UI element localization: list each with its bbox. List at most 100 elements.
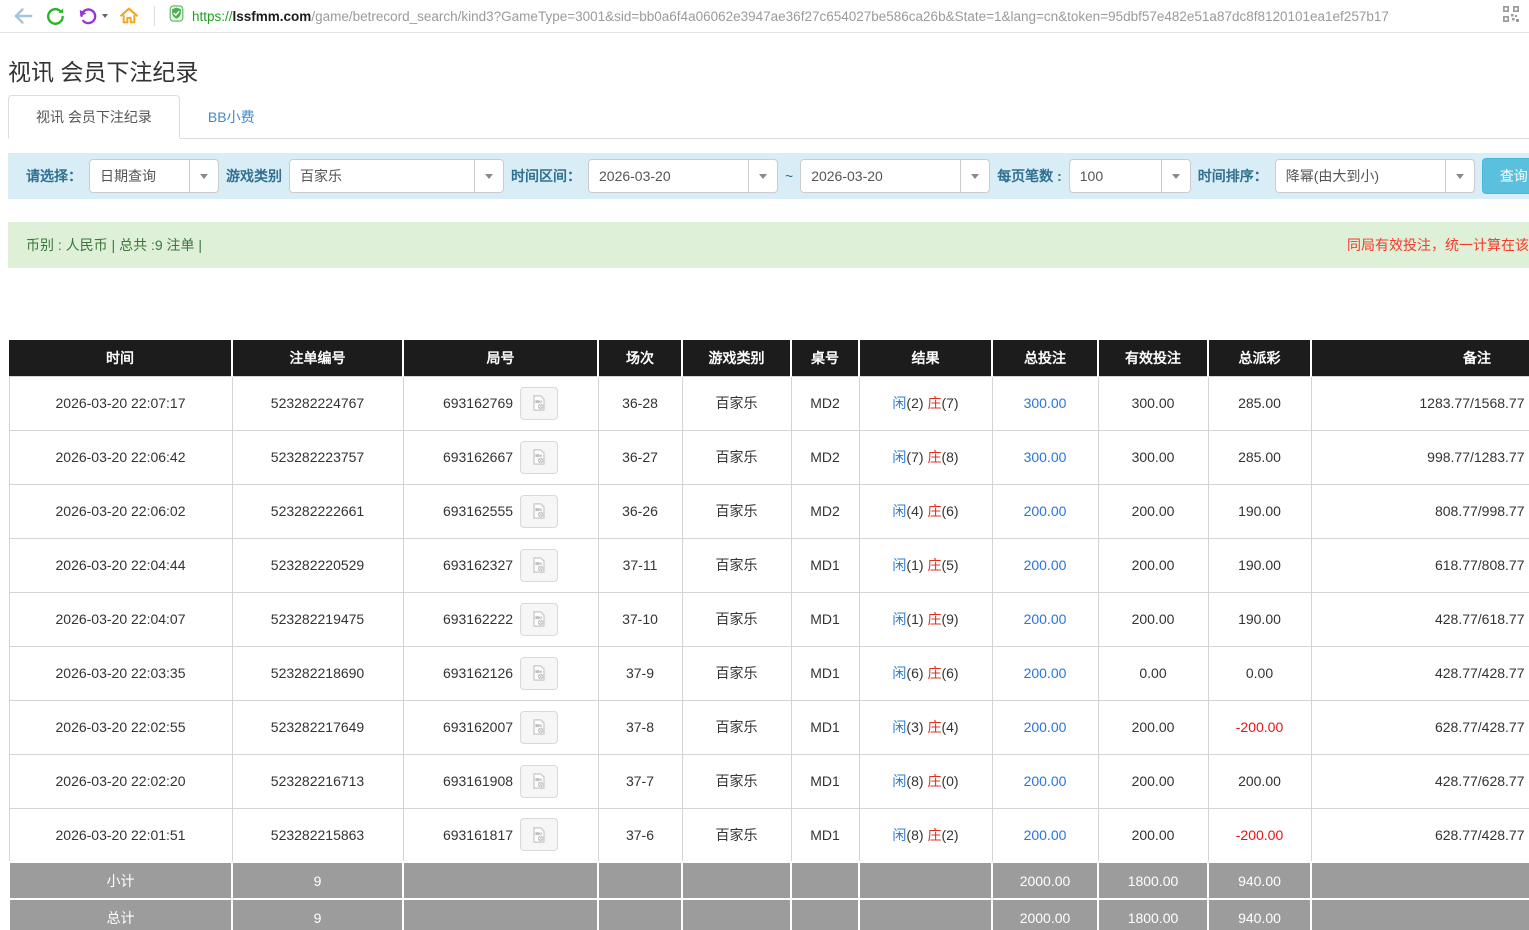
summary-cell	[403, 899, 598, 930]
date-from-select[interactable]: 2026-03-20	[588, 159, 778, 193]
remark-cell: 428.77/428.77	[1311, 646, 1529, 700]
summary-cell	[403, 862, 598, 899]
total-bet-link[interactable]: 200.00	[1024, 557, 1067, 573]
result-cell: 闲(8) 庄(0)	[859, 754, 992, 808]
summary-cell: 2000.00	[992, 899, 1098, 930]
bet-number-cell: 523282224767	[232, 376, 403, 430]
column-header: 结果	[859, 340, 992, 376]
search-button[interactable]: 查询	[1482, 158, 1529, 194]
subtotal-row: 小计92000.001800.00940.00	[9, 862, 1529, 899]
video-replay-button[interactable]	[520, 765, 558, 798]
video-replay-button[interactable]	[520, 549, 558, 582]
game-type-cell: 百家乐	[682, 700, 791, 754]
summary-cell	[791, 899, 859, 930]
bet-number-cell: 523282222661	[232, 484, 403, 538]
banker-result-label: 庄	[927, 773, 941, 789]
query-mode-select[interactable]: 日期查询	[89, 159, 219, 193]
video-replay-button[interactable]	[520, 495, 558, 528]
sort-select[interactable]: 降幂(由大到小)	[1275, 159, 1475, 193]
total-bet-link[interactable]: 200.00	[1024, 611, 1067, 627]
game-type-cell: 百家乐	[682, 430, 791, 484]
valid-bet-cell: 200.00	[1098, 592, 1208, 646]
page-size-value: 100	[1070, 168, 1161, 184]
sort-label: 时间排序：	[1198, 166, 1268, 186]
summary-cell: 1800.00	[1098, 862, 1208, 899]
video-replay-button[interactable]	[520, 711, 558, 744]
table-header: 时间注单编号局号场次游戏类别桌号结果总投注有效投注总派彩备注	[9, 340, 1529, 376]
session-cell: 36-27	[598, 430, 682, 484]
column-header: 桌号	[791, 340, 859, 376]
banker-result-label: 庄	[927, 395, 941, 411]
result-cell: 闲(1) 庄(5)	[859, 538, 992, 592]
tab-bar: 视讯 会员下注纪录 BB小费	[8, 99, 1529, 139]
video-replay-button[interactable]	[520, 441, 558, 474]
valid-bet-note: 同局有效投注，统一计算在该局	[1347, 235, 1529, 255]
video-replay-button[interactable]	[520, 657, 558, 690]
filter-bar: 请选择： 日期查询 游戏类别 百家乐 时间区间： 2026-03-20 ~ 20…	[8, 153, 1529, 199]
game-type-label: 游戏类别	[226, 166, 282, 186]
banker-result-label: 庄	[927, 503, 941, 519]
session-cell: 37-6	[598, 808, 682, 862]
remark-cell: 428.77/618.77	[1311, 592, 1529, 646]
game-type-select[interactable]: 百家乐	[289, 159, 504, 193]
table-body: 2026-03-20 22:07:17 523282224767 6931627…	[9, 376, 1529, 930]
page-size-select[interactable]: 100	[1069, 159, 1191, 193]
remark-cell: 628.77/428.77	[1311, 808, 1529, 862]
total-bet-link[interactable]: 300.00	[1024, 449, 1067, 465]
video-replay-button[interactable]	[520, 818, 558, 851]
tab-bet-records[interactable]: 视讯 会员下注纪录	[8, 95, 180, 139]
player-result-value: (3)	[906, 719, 923, 735]
total-bet-cell: 200.00	[992, 484, 1098, 538]
address-bar[interactable]: https://lssfmm.com/game/betrecord_search…	[167, 4, 1493, 28]
session-cell: 37-11	[598, 538, 682, 592]
round-number: 693162007	[443, 719, 513, 735]
date-to-select[interactable]: 2026-03-20	[800, 159, 990, 193]
video-replay-button[interactable]	[520, 603, 558, 636]
summary-cell: 9	[232, 899, 403, 930]
total-bet-link[interactable]: 200.00	[1024, 827, 1067, 843]
table-number-cell: MD1	[791, 592, 859, 646]
result-cell: 闲(3) 庄(4)	[859, 700, 992, 754]
total-bet-link[interactable]: 200.00	[1024, 503, 1067, 519]
banker-result-value: (6)	[941, 503, 958, 519]
table-number-cell: MD1	[791, 754, 859, 808]
table-row: 2026-03-20 22:04:44 523282220529 6931623…	[9, 538, 1529, 592]
table-row: 2026-03-20 22:01:51 523282215863 6931618…	[9, 808, 1529, 862]
table-number-cell: MD2	[791, 376, 859, 430]
total-bet-link[interactable]: 200.00	[1024, 719, 1067, 735]
round-number: 693161817	[443, 827, 513, 843]
player-result-label: 闲	[892, 449, 906, 465]
valid-bet-cell: 200.00	[1098, 538, 1208, 592]
player-result-label: 闲	[892, 827, 906, 843]
time-cell: 2026-03-20 22:04:44	[9, 538, 232, 592]
bet-records-table: 时间注单编号局号场次游戏类别桌号结果总投注有效投注总派彩备注 2026-03-2…	[8, 340, 1529, 930]
round-number-cell: 693162327	[403, 538, 598, 592]
page-title: 视讯 会员下注纪录	[8, 53, 1529, 87]
refresh-icon[interactable]	[42, 3, 68, 29]
bet-number-cell: 523282219475	[232, 592, 403, 646]
summary-cell: 940.00	[1208, 862, 1311, 899]
table-row: 2026-03-20 22:06:42 523282223757 6931626…	[9, 430, 1529, 484]
total-bet-cell: 300.00	[992, 430, 1098, 484]
total-bet-link[interactable]: 200.00	[1024, 665, 1067, 681]
back-icon[interactable]	[10, 3, 36, 29]
round-number: 693162769	[443, 395, 513, 411]
valid-bet-cell: 200.00	[1098, 808, 1208, 862]
summary-cell	[791, 862, 859, 899]
qr-code-icon[interactable]	[1503, 6, 1519, 27]
game-type-cell: 百家乐	[682, 592, 791, 646]
undo-dropdown-icon[interactable]	[102, 14, 108, 18]
undo-icon[interactable]	[74, 3, 100, 29]
currency-summary-bar: 币别 : 人民币 | 总共 :9 注单 | 同局有效投注，统一计算在该局	[8, 222, 1529, 268]
total-bet-link[interactable]: 300.00	[1024, 395, 1067, 411]
total-bet-link[interactable]: 200.00	[1024, 773, 1067, 789]
query-mode-value: 日期查询	[90, 166, 189, 186]
video-replay-button[interactable]	[520, 387, 558, 420]
total-bet-cell: 200.00	[992, 808, 1098, 862]
home-icon[interactable]	[116, 3, 142, 29]
bet-number-cell: 523282220529	[232, 538, 403, 592]
date-from-value: 2026-03-20	[589, 168, 748, 184]
payout-cell: 0.00	[1208, 646, 1311, 700]
browser-toolbar: https://lssfmm.com/game/betrecord_search…	[0, 0, 1529, 33]
tab-bb-tip[interactable]: BB小费	[180, 95, 283, 139]
